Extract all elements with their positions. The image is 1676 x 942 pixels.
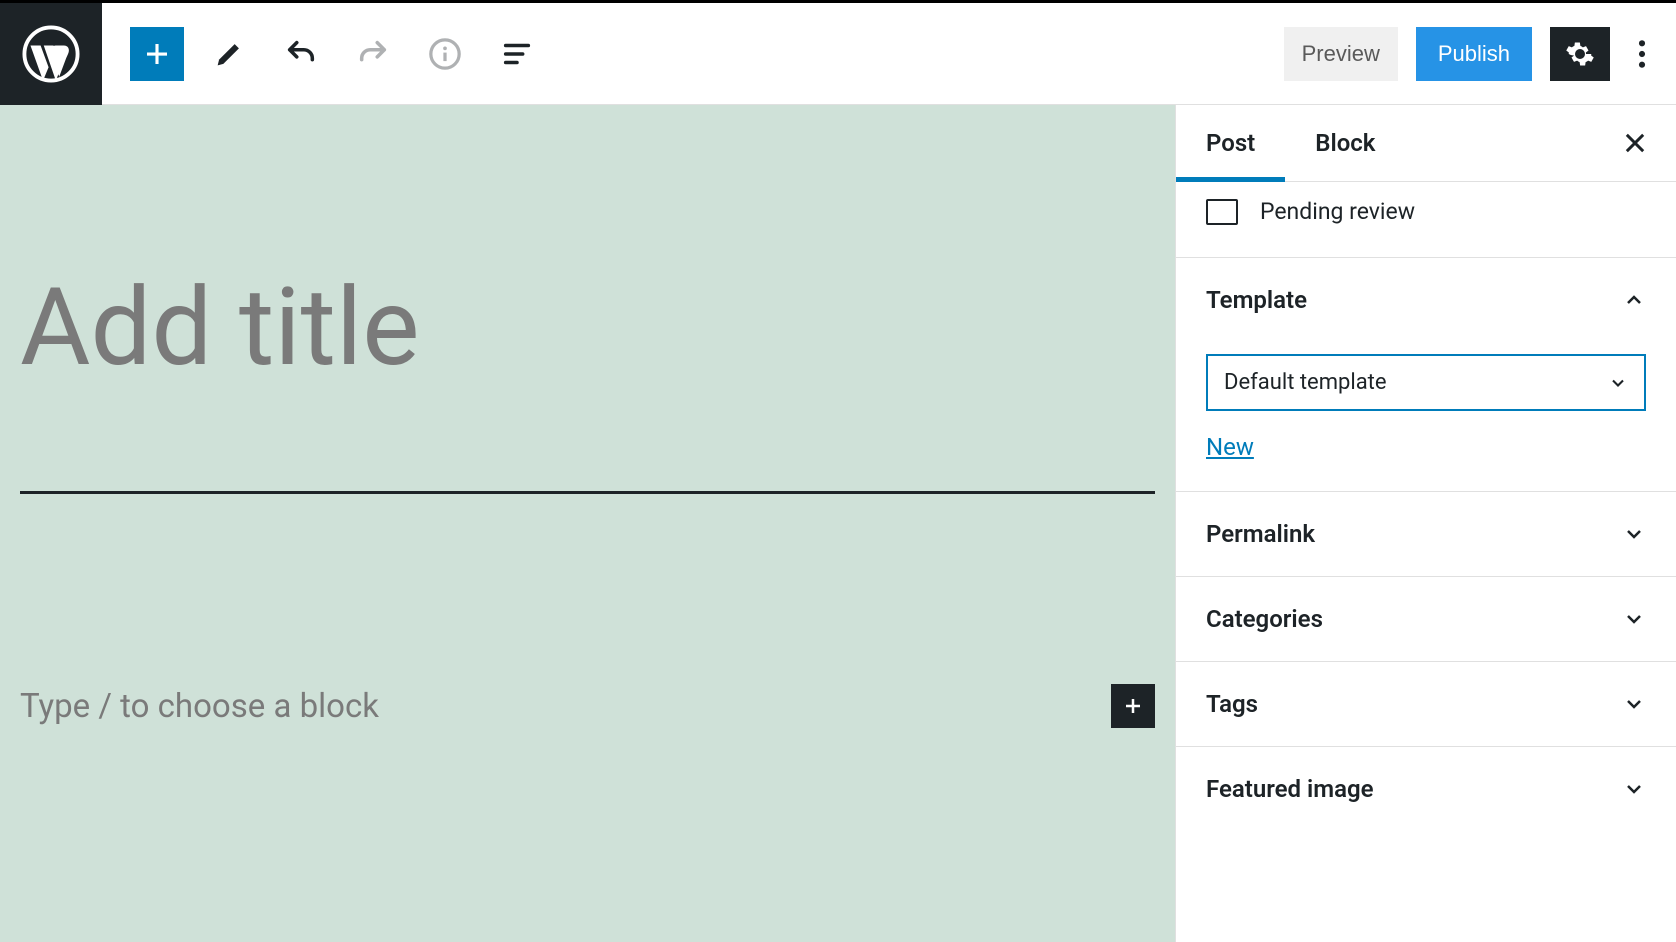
add-block-button[interactable] bbox=[130, 27, 184, 81]
panel-tags-toggle[interactable]: Tags bbox=[1176, 662, 1676, 746]
options-button[interactable] bbox=[1628, 27, 1656, 81]
panel-permalink-title: Permalink bbox=[1206, 520, 1315, 548]
new-template-link[interactable]: New bbox=[1206, 433, 1254, 461]
settings-button[interactable] bbox=[1550, 27, 1610, 81]
template-select-value: Default template bbox=[1224, 370, 1387, 395]
post-title-input[interactable] bbox=[20, 105, 1155, 494]
panel-template-title: Template bbox=[1206, 286, 1307, 314]
tab-block[interactable]: Block bbox=[1285, 105, 1405, 181]
panel-permalink-toggle[interactable]: Permalink bbox=[1176, 492, 1676, 576]
inline-add-block-button[interactable] bbox=[1111, 684, 1155, 728]
pending-review-label: Pending review bbox=[1260, 198, 1415, 225]
wordpress-logo[interactable] bbox=[0, 3, 102, 105]
block-prompt[interactable]: Type / to choose a block bbox=[20, 687, 379, 726]
tab-post[interactable]: Post bbox=[1176, 105, 1285, 181]
template-select[interactable]: Default template bbox=[1206, 354, 1646, 411]
publish-button[interactable]: Publish bbox=[1416, 27, 1532, 81]
panel-categories-title: Categories bbox=[1206, 605, 1323, 633]
panel-categories-toggle[interactable]: Categories bbox=[1176, 577, 1676, 661]
editor-canvas: Type / to choose a block bbox=[0, 105, 1175, 942]
chevron-up-icon bbox=[1622, 288, 1646, 312]
preview-button[interactable]: Preview bbox=[1284, 27, 1398, 81]
pending-review-checkbox[interactable] bbox=[1206, 199, 1238, 225]
undo-button[interactable] bbox=[274, 27, 328, 81]
settings-sidebar: Post Block Pending review Template bbox=[1175, 105, 1676, 942]
chevron-down-icon bbox=[1608, 373, 1628, 393]
chevron-down-icon bbox=[1622, 692, 1646, 716]
chevron-down-icon bbox=[1622, 522, 1646, 546]
panel-featured-image-title: Featured image bbox=[1206, 775, 1374, 803]
redo-button bbox=[346, 27, 400, 81]
edit-tools-button[interactable] bbox=[202, 27, 256, 81]
panel-featured-image-toggle[interactable]: Featured image bbox=[1176, 747, 1676, 831]
outline-button[interactable] bbox=[490, 27, 544, 81]
close-sidebar-button[interactable] bbox=[1608, 116, 1662, 170]
editor-header: Preview Publish bbox=[0, 3, 1676, 105]
panel-tags-title: Tags bbox=[1206, 690, 1258, 718]
panel-template-toggle[interactable]: Template bbox=[1176, 258, 1676, 342]
chevron-down-icon bbox=[1622, 777, 1646, 801]
document-info-button[interactable] bbox=[418, 27, 472, 81]
chevron-down-icon bbox=[1622, 607, 1646, 631]
